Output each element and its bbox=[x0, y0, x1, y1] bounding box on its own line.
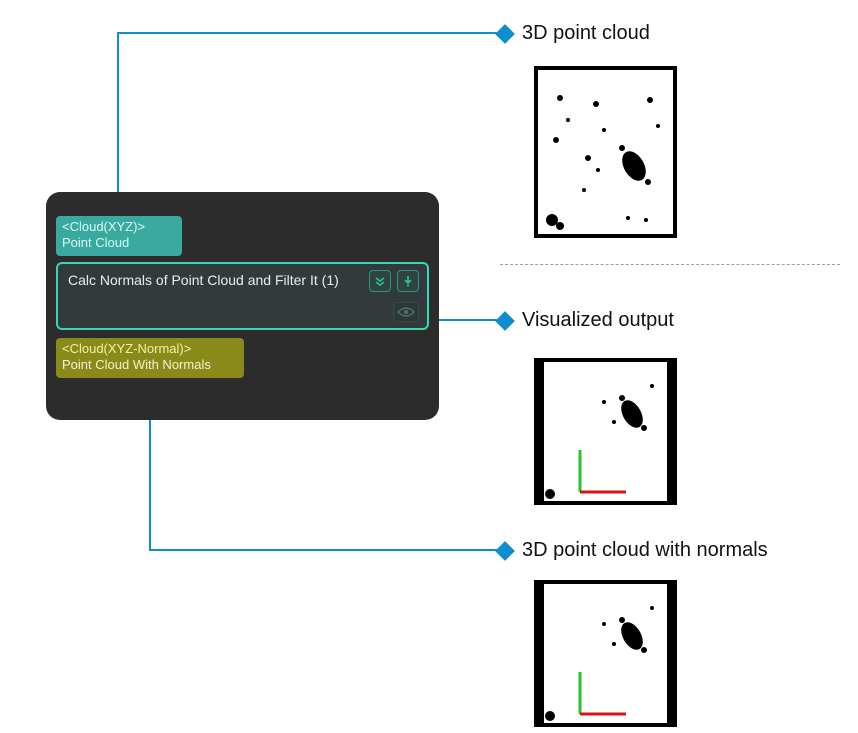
preview-input-cloud bbox=[534, 66, 677, 238]
preview-visualized-output bbox=[534, 358, 677, 505]
expand-icon[interactable] bbox=[369, 270, 391, 292]
node-toolbar bbox=[369, 270, 419, 292]
callout-output: 3D point cloud with normals bbox=[498, 539, 768, 562]
callout-input: 3D point cloud bbox=[498, 22, 650, 45]
diamond-icon bbox=[495, 311, 515, 331]
axes-and-cloud-icon bbox=[544, 584, 667, 723]
callout-input-text: 3D point cloud bbox=[522, 22, 650, 45]
diagram-canvas: <Cloud(XYZ)> Point Cloud Calc Normals of… bbox=[0, 0, 858, 733]
run-icon[interactable] bbox=[397, 270, 419, 292]
callout-visualized: Visualized output bbox=[498, 309, 674, 332]
diamond-icon bbox=[495, 24, 515, 44]
axes-and-cloud-icon bbox=[544, 362, 667, 501]
output-port[interactable]: <Cloud(XYZ-Normal)> Point Cloud With Nor… bbox=[56, 338, 244, 378]
callout-output-text: 3D point cloud with normals bbox=[522, 539, 768, 562]
output-port-name: Point Cloud With Normals bbox=[62, 357, 238, 373]
node-body[interactable]: Calc Normals of Point Cloud and Filter I… bbox=[56, 262, 429, 330]
visualize-output-icon[interactable] bbox=[393, 302, 419, 322]
output-port-type: <Cloud(XYZ-Normal)> bbox=[62, 341, 238, 357]
scatter-plot-icon bbox=[538, 70, 673, 234]
input-port[interactable]: <Cloud(XYZ)> Point Cloud bbox=[56, 216, 182, 256]
input-port-type: <Cloud(XYZ)> bbox=[62, 219, 176, 235]
diamond-icon bbox=[495, 541, 515, 561]
step-node: <Cloud(XYZ)> Point Cloud Calc Normals of… bbox=[46, 192, 439, 420]
preview-output-cloud bbox=[534, 580, 677, 727]
node-title: Calc Normals of Point Cloud and Filter I… bbox=[68, 272, 417, 288]
section-divider bbox=[500, 264, 840, 265]
input-port-name: Point Cloud bbox=[62, 235, 176, 251]
callout-visualized-text: Visualized output bbox=[522, 309, 674, 332]
